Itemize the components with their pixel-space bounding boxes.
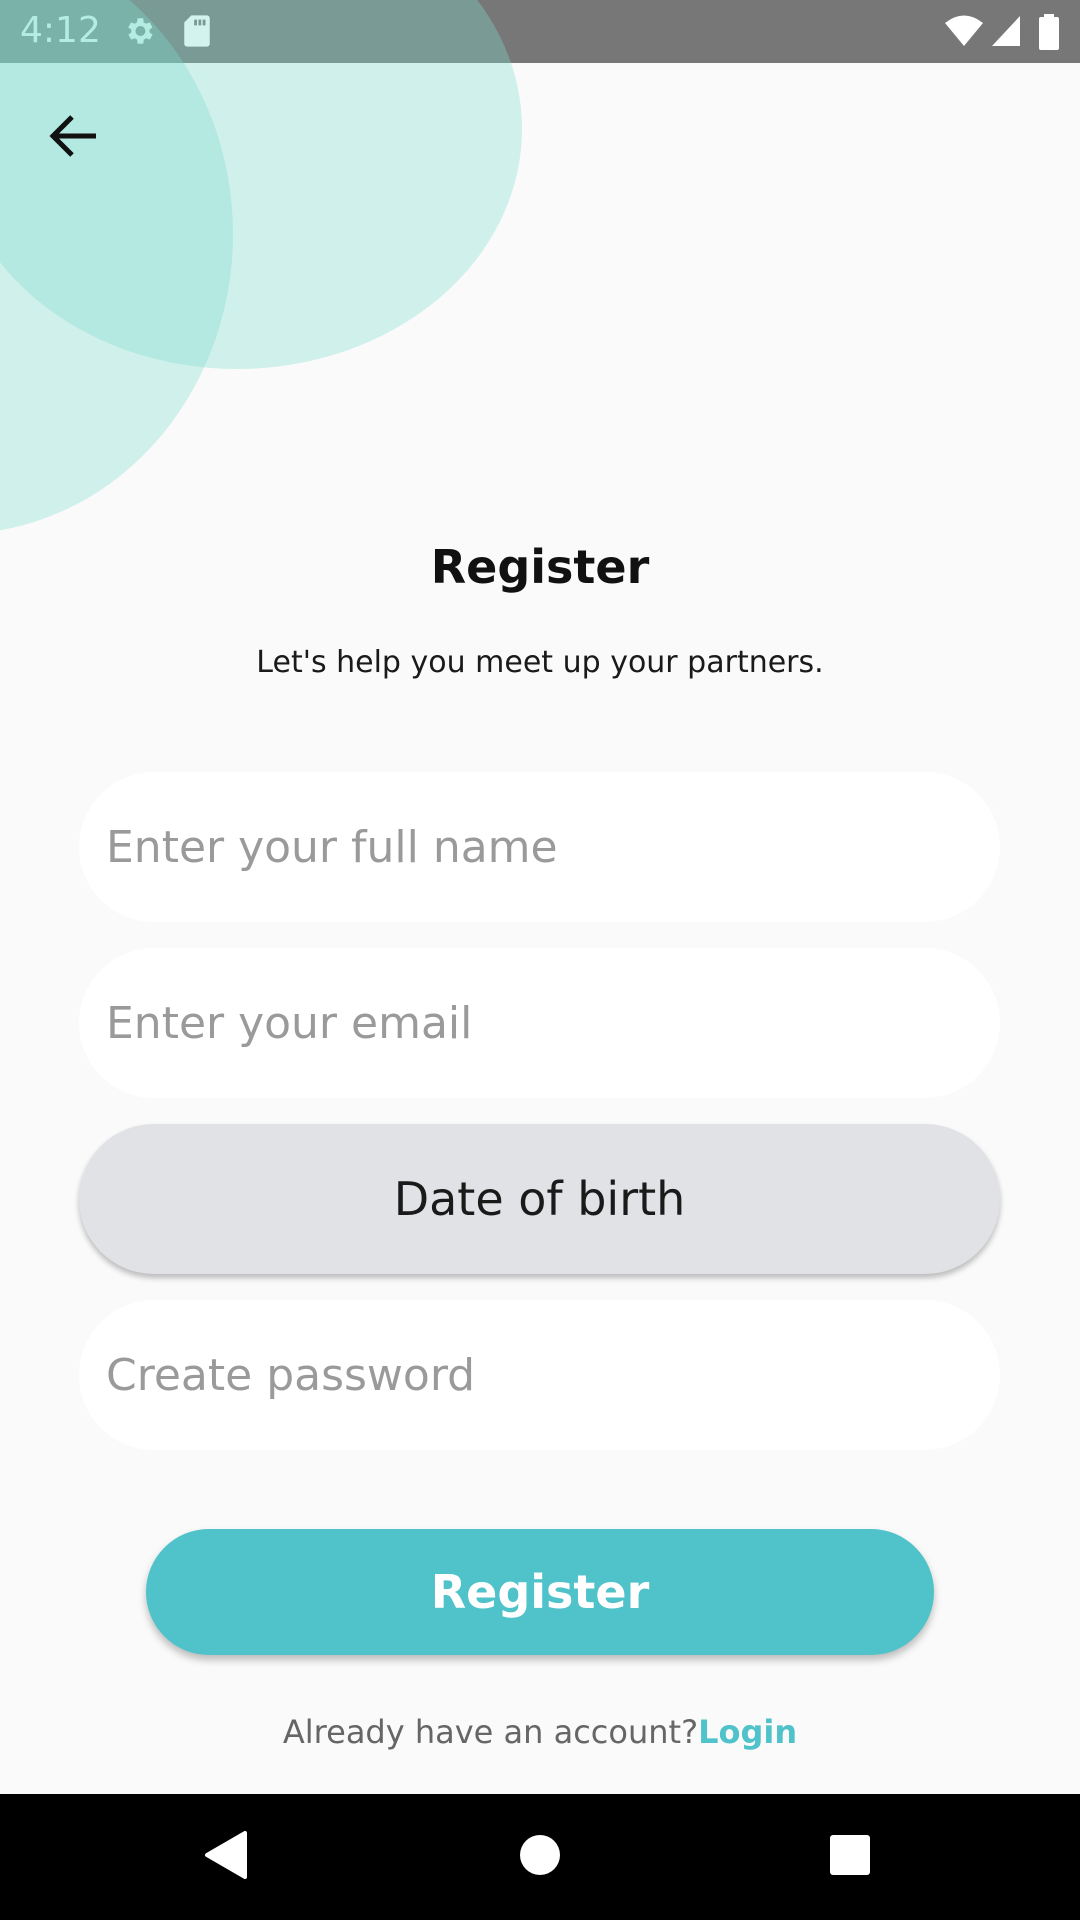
full-name-input[interactable] [79, 772, 1000, 922]
full-name-field-container [79, 772, 1000, 922]
nav-recents-button[interactable] [817, 1824, 883, 1890]
password-field-container [79, 1300, 1000, 1450]
register-button-label: Register [430, 1565, 650, 1619]
email-field-container [79, 948, 1000, 1098]
home-circle-icon [517, 1832, 563, 1882]
date-of-birth-button[interactable]: Date of birth [79, 1124, 1000, 1274]
page-title: Register [430, 540, 650, 594]
login-prompt-row: Already have an account?Login [0, 1710, 1080, 1754]
navigation-bar [0, 1794, 1080, 1920]
arrow-left-icon [48, 113, 100, 163]
signal-icon [990, 14, 1024, 48]
password-input[interactable] [79, 1300, 1000, 1450]
login-link[interactable]: Login [698, 1713, 797, 1751]
register-screen: 4:12 Register Let's help you meet up you… [0, 0, 1080, 1920]
back-triangle-icon [201, 1830, 249, 1884]
register-button[interactable]: Register [146, 1529, 934, 1655]
back-button[interactable] [42, 106, 106, 170]
wifi-icon [944, 14, 984, 48]
battery-icon [1038, 14, 1060, 50]
date-of-birth-label: Date of birth [393, 1172, 686, 1226]
login-prompt-text: Already have an account? [282, 1713, 699, 1751]
page-subtitle: Let's help you meet up your partners. [256, 645, 824, 680]
recents-square-icon [829, 1834, 871, 1880]
email-input[interactable] [79, 948, 1000, 1098]
nav-home-button[interactable] [507, 1824, 573, 1890]
nav-back-button[interactable] [192, 1824, 258, 1890]
